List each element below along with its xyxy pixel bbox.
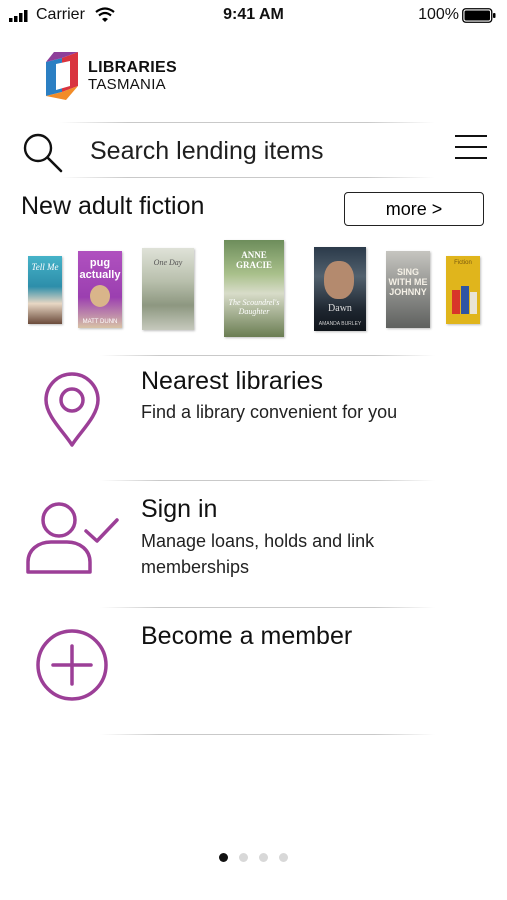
menu-item-title: Become a member — [141, 622, 353, 650]
battery-icon — [462, 8, 496, 23]
divider — [60, 177, 435, 178]
libraries-tasmania-logo: LIBRARIES TASMANIA — [44, 50, 184, 102]
book-cover[interactable]: ANNE GRACIE The Scoundrel's Daughter — [224, 240, 284, 337]
search-icon[interactable] — [22, 132, 64, 174]
page-dot[interactable] — [239, 853, 248, 862]
book-cover[interactable]: Fiction — [446, 256, 480, 324]
section-title: New adult fiction — [21, 192, 205, 220]
book-cover[interactable]: Dawn AMANDA BURLEY — [314, 247, 366, 331]
divider — [100, 734, 435, 735]
menu-item-title: Nearest libraries — [141, 367, 324, 395]
logo-mark-icon — [46, 52, 78, 100]
page-dot[interactable] — [279, 853, 288, 862]
more-button[interactable]: more > — [344, 192, 484, 226]
book-cover[interactable]: Tell Me — [28, 256, 62, 324]
status-bar: Carrier 9:41 AM 100% — [0, 0, 507, 30]
divider — [100, 607, 435, 608]
menu-item-title: Sign in — [141, 495, 218, 523]
page-dot[interactable] — [259, 853, 268, 862]
battery-percent: 100% — [418, 6, 459, 23]
book-cover[interactable]: pug actually MATT DUNN — [78, 251, 122, 328]
book-cover[interactable]: SING WITH ME JOHNNY — [386, 251, 430, 328]
page-dot-active[interactable] — [219, 853, 228, 862]
user-check-icon — [26, 502, 119, 574]
divider — [60, 122, 435, 123]
plus-circle-icon — [36, 629, 108, 701]
divider — [100, 480, 435, 481]
logo-line-2: TASMANIA — [88, 76, 166, 93]
hamburger-menu-icon[interactable] — [455, 135, 487, 161]
location-pin-icon — [44, 372, 100, 447]
divider — [100, 355, 435, 356]
book-cover[interactable]: One Day — [142, 248, 194, 330]
menu-item-subtitle: Find a library convenient for you — [141, 402, 398, 422]
menu-item-subtitle: Manage loans, holds and link memberships — [141, 531, 375, 577]
logo-line-1: LIBRARIES — [88, 59, 177, 76]
search-input[interactable] — [90, 134, 420, 168]
